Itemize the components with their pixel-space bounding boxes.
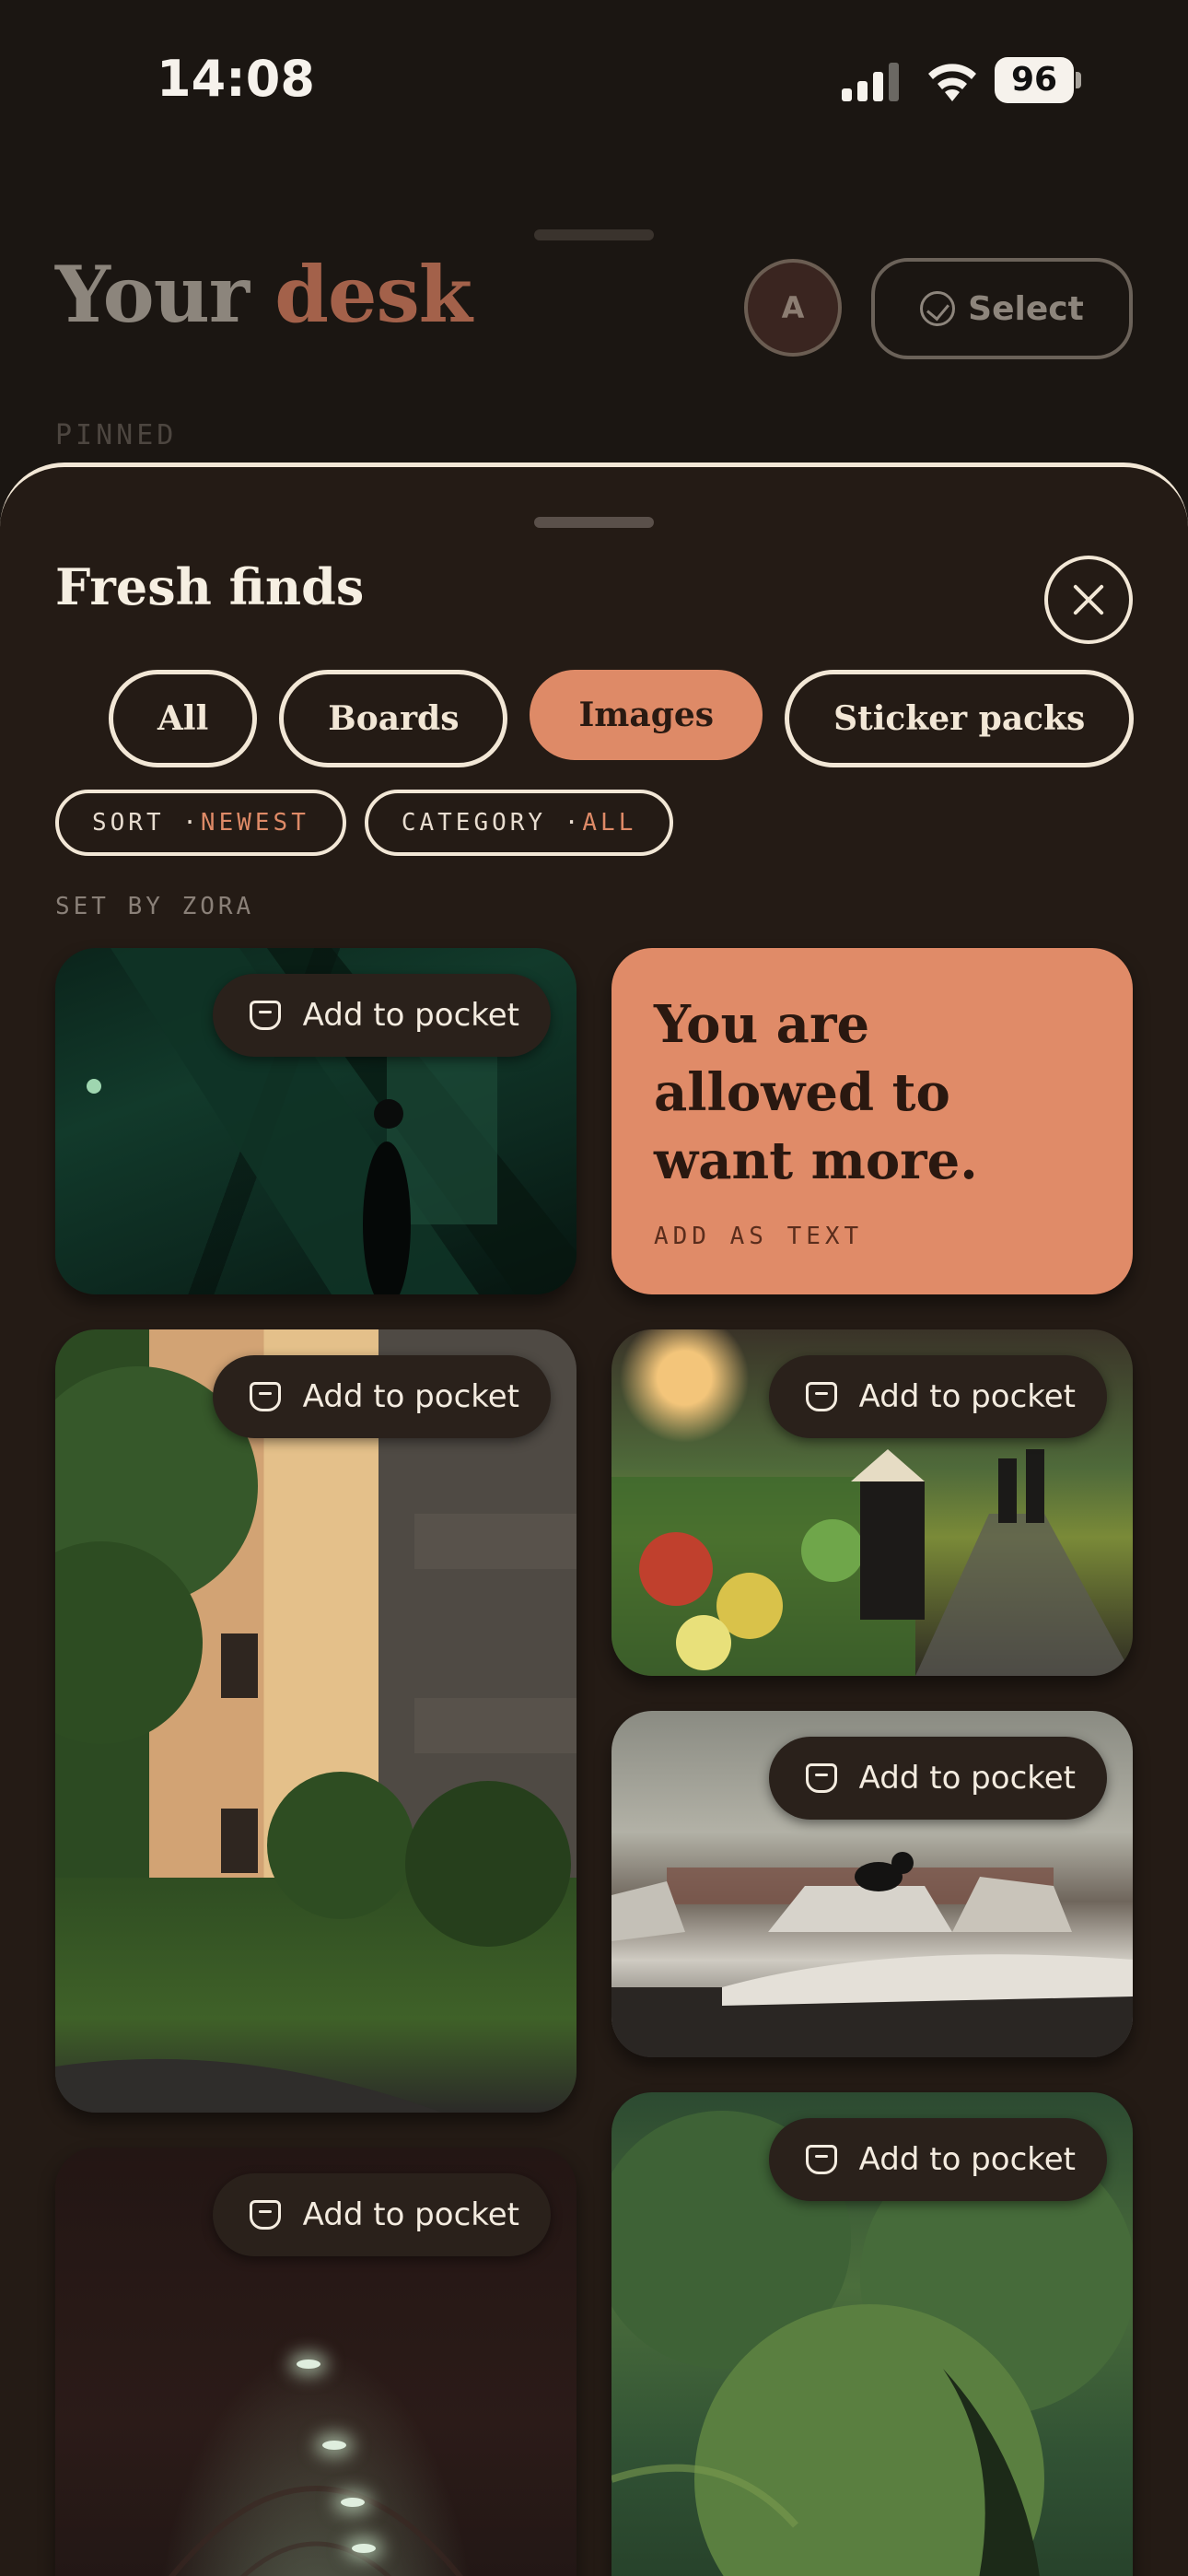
- image-card-stairwell[interactable]: Add to pocket: [55, 948, 577, 1294]
- section-label: SET BY ZORA: [55, 893, 255, 920]
- pocket-icon: [805, 1763, 837, 1793]
- filter-chips: SORT · NEWEST CATEGORY · ALL: [55, 790, 674, 856]
- avatar[interactable]: A: [744, 259, 842, 357]
- image-card-building[interactable]: Add to pocket: [55, 1329, 577, 2113]
- add-to-pocket-button[interactable]: Add to pocket: [768, 1355, 1107, 1438]
- image-card-market[interactable]: Add to pocket: [611, 1329, 1133, 1676]
- tunnel-light: [341, 2498, 365, 2507]
- add-to-pocket-label: Add to pocket: [858, 1378, 1076, 1415]
- select-button[interactable]: Select: [871, 258, 1133, 359]
- sort-chip[interactable]: SORT · NEWEST: [55, 790, 346, 856]
- tab-sticker-packs[interactable]: Sticker packs: [785, 670, 1135, 767]
- status-time: 14:08: [157, 50, 315, 108]
- image-card-willow[interactable]: Add to pocket: [611, 2092, 1133, 2576]
- close-button[interactable]: [1044, 556, 1133, 644]
- battery-icon: 96: [995, 57, 1081, 103]
- battery-level: 96: [995, 57, 1074, 103]
- add-to-pocket-button[interactable]: Add to pocket: [212, 1355, 551, 1438]
- filter-tabs: All Boards Images Sticker packs: [109, 670, 1135, 767]
- add-to-pocket-label: Add to pocket: [302, 1378, 519, 1415]
- sheet-title: Fresh finds: [55, 557, 365, 616]
- add-to-pocket-button[interactable]: Add to pocket: [768, 1737, 1107, 1820]
- check-circle-icon: [920, 291, 956, 326]
- tab-all[interactable]: All: [109, 670, 258, 767]
- category-chip[interactable]: CATEGORY · ALL: [364, 790, 674, 856]
- add-to-pocket-label: Add to pocket: [302, 997, 519, 1034]
- pinned-section-label: PINNED: [55, 419, 178, 451]
- tab-boards[interactable]: Boards: [279, 670, 508, 767]
- status-bar: 14:08 96: [0, 0, 1188, 157]
- category-chip-value: ALL: [582, 809, 637, 837]
- quote-text: You are allowed to want more.: [654, 994, 978, 1191]
- desk-drag-handle[interactable]: [534, 229, 654, 240]
- add-to-pocket-button[interactable]: Add to pocket: [212, 974, 551, 1057]
- pocket-icon: [249, 1001, 281, 1030]
- pocket-icon: [805, 2145, 837, 2174]
- image-card-cat[interactable]: Add to pocket: [611, 1711, 1133, 2057]
- quote-card[interactable]: You are allowed to want more. ADD AS TEX…: [611, 948, 1133, 1294]
- cellular-signal-icon: [842, 63, 899, 101]
- sort-chip-value: NEWEST: [200, 809, 309, 837]
- desk-title-word-1: Your: [55, 249, 250, 340]
- pocket-icon: [805, 1382, 837, 1411]
- desk-title: Your desk: [55, 249, 472, 340]
- tunnel-light: [352, 2544, 376, 2553]
- category-chip-key: CATEGORY ·: [401, 809, 583, 837]
- add-to-pocket-label: Add to pocket: [858, 2141, 1076, 2178]
- image-card-tunnel[interactable]: Add to pocket: [55, 2148, 577, 2576]
- add-as-text-action[interactable]: ADD AS TEXT: [654, 1223, 863, 1250]
- pocket-icon: [249, 1382, 281, 1411]
- add-to-pocket-button[interactable]: Add to pocket: [212, 2173, 551, 2256]
- desk-title-word-2: desk: [274, 249, 472, 340]
- add-to-pocket-label: Add to pocket: [302, 2196, 519, 2233]
- sheet-drag-handle[interactable]: [534, 517, 654, 528]
- fresh-finds-sheet: Fresh finds All Boards Images Sticker pa…: [0, 463, 1188, 2576]
- tab-images[interactable]: Images: [530, 670, 763, 760]
- add-to-pocket-button[interactable]: Add to pocket: [768, 2118, 1107, 2201]
- tunnel-light: [297, 2359, 320, 2369]
- building-photo: [55, 1366, 577, 2113]
- tunnel-light: [322, 2441, 346, 2450]
- wifi-icon: [928, 64, 976, 101]
- add-to-pocket-label: Add to pocket: [858, 1760, 1076, 1797]
- select-button-label: Select: [968, 289, 1084, 328]
- sort-chip-key: SORT ·: [92, 809, 201, 837]
- pocket-icon: [249, 2200, 281, 2230]
